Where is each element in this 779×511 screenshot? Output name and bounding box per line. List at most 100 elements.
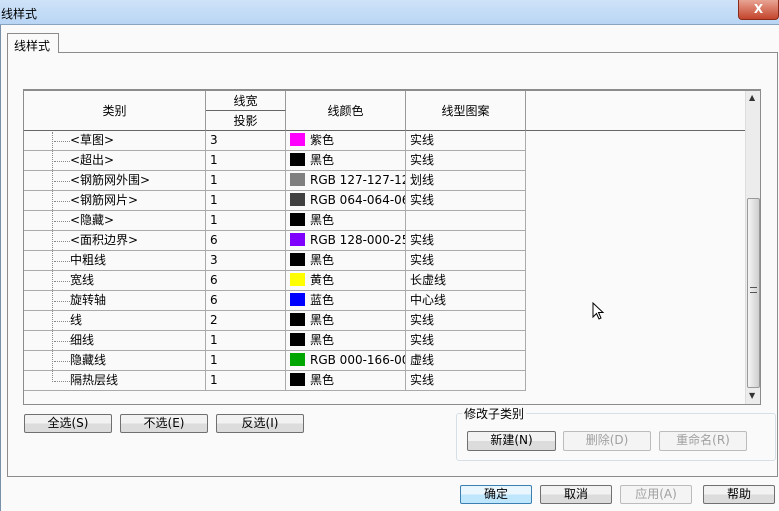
line-weight-cell[interactable]: 1 <box>206 351 286 371</box>
tree-connector <box>54 281 70 282</box>
color-swatch <box>290 313 305 326</box>
line-weight-cell[interactable]: 3 <box>206 131 286 151</box>
table-row[interactable]: <面积边界> 6 RGB 128-000-255实线 <box>24 231 526 251</box>
color-swatch <box>290 353 305 366</box>
line-color-cell[interactable]: RGB 127-127-127 <box>286 171 406 191</box>
table-row[interactable]: 细线 1 黑色 实线 <box>24 331 526 351</box>
line-weight-cell[interactable]: 1 <box>206 151 286 171</box>
apply-button[interactable]: 应用(A) <box>620 485 692 504</box>
tree-connector <box>54 241 70 242</box>
table-row[interactable]: 旋转轴 6 蓝色 中心线 <box>24 291 526 311</box>
color-name: 黑色 <box>310 373 335 387</box>
line-color-cell[interactable]: 黄色 <box>286 271 406 291</box>
line-pattern-cell[interactable]: 实线 <box>406 251 526 271</box>
table-row[interactable]: <钢筋网外围> 1 RGB 127-127-127划线 <box>24 171 526 191</box>
header-category: 类别 <box>24 91 206 131</box>
tree-connector <box>54 141 70 142</box>
line-pattern-cell[interactable]: 长虚线 <box>406 271 526 291</box>
scroll-down-arrow-icon[interactable]: ▼ <box>749 391 755 400</box>
line-weight-cell[interactable]: 3 <box>206 251 286 271</box>
tree-connector <box>54 201 70 202</box>
line-color-cell[interactable]: 黑色 <box>286 311 406 331</box>
line-color-cell[interactable]: 黑色 <box>286 371 406 391</box>
delete-subcategory-button[interactable]: 删除(D) <box>563 431 651 451</box>
tree-line <box>52 132 53 382</box>
window-title: 线样式 <box>1 7 38 21</box>
line-styles-table: 类别 线宽 投影 线颜色 线型图案 <草图> 3 紫色 实线 <超出> 1 黑色 实线 <钢筋网… <box>23 89 761 405</box>
modify-subcategory-label: 修改子类别 <box>462 405 527 422</box>
new-subcategory-button[interactable]: 新建(N) <box>467 431 556 451</box>
line-color-cell[interactable]: 蓝色 <box>286 291 406 311</box>
line-weight-cell[interactable]: 1 <box>206 171 286 191</box>
line-weight-cell[interactable]: 1 <box>206 371 286 391</box>
line-weight-cell[interactable]: 6 <box>206 271 286 291</box>
invert-selection-button[interactable]: 反选(I) <box>216 414 304 433</box>
tree-connector <box>54 341 70 342</box>
tree-connector <box>54 321 70 322</box>
category-name: <草图> <box>70 133 115 147</box>
line-pattern-cell[interactable]: 划线 <box>406 171 526 191</box>
help-button[interactable]: 帮助 <box>703 485 775 504</box>
line-pattern-cell[interactable]: 实线 <box>406 151 526 171</box>
color-name: RGB 000-166-000 <box>310 353 405 367</box>
line-pattern-cell[interactable] <box>406 211 526 231</box>
table-row[interactable]: 宽线 6 黄色 长虚线 <box>24 271 526 291</box>
color-name: 黑色 <box>310 333 335 347</box>
table-row[interactable]: 隔热层线 1 黑色 实线 <box>24 371 526 391</box>
line-color-cell[interactable]: RGB 128-000-255 <box>286 231 406 251</box>
scroll-up-arrow-icon[interactable]: ▲ <box>749 93 755 102</box>
line-weight-cell[interactable]: 1 <box>206 191 286 211</box>
line-pattern-cell[interactable]: 中心线 <box>406 291 526 311</box>
line-color-cell[interactable]: 黑色 <box>286 251 406 271</box>
line-pattern-cell[interactable]: 实线 <box>406 231 526 251</box>
line-color-cell[interactable]: 黑色 <box>286 331 406 351</box>
category-name: <面积边界> <box>70 233 139 247</box>
category-name: 细线 <box>70 333 95 347</box>
color-swatch <box>290 173 305 186</box>
table-row[interactable]: <钢筋网片> 1 RGB 064-064-064实线 <box>24 191 526 211</box>
select-all-button[interactable]: 全选(S) <box>24 414 112 433</box>
cancel-button[interactable]: 取消 <box>540 485 612 504</box>
close-button[interactable]: X <box>738 0 779 20</box>
header-empty <box>526 91 745 131</box>
category-name: <超出> <box>70 153 115 167</box>
header-line-color: 线颜色 <box>286 91 406 131</box>
line-weight-cell[interactable]: 1 <box>206 211 286 231</box>
tab-line-styles[interactable]: 线样式 <box>7 33 59 53</box>
color-name: 黑色 <box>310 153 335 167</box>
tree-connector <box>54 221 70 222</box>
line-pattern-cell[interactable]: 实线 <box>406 311 526 331</box>
table-row[interactable]: 中粗线 3 黑色 实线 <box>24 251 526 271</box>
line-pattern-cell[interactable]: 实线 <box>406 131 526 151</box>
table-row[interactable]: 线 2 黑色 实线 <box>24 311 526 331</box>
scrollbar-thumb[interactable] <box>747 198 760 388</box>
rename-subcategory-button[interactable]: 重命名(R) <box>659 431 747 451</box>
line-color-cell[interactable]: RGB 064-064-064 <box>286 191 406 211</box>
line-pattern-cell[interactable]: 实线 <box>406 371 526 391</box>
tree-connector <box>54 161 70 162</box>
table-row[interactable]: <隐藏> 1 黑色 <box>24 211 526 231</box>
line-color-cell[interactable]: RGB 000-166-000 <box>286 351 406 371</box>
line-weight-cell[interactable]: 1 <box>206 331 286 351</box>
table-row[interactable]: 隐藏线 1 RGB 000-166-000虚线 <box>24 351 526 371</box>
line-pattern-cell[interactable]: 虚线 <box>406 351 526 371</box>
line-color-cell[interactable]: 黑色 <box>286 151 406 171</box>
line-color-cell[interactable]: 黑色 <box>286 211 406 231</box>
line-weight-cell[interactable]: 2 <box>206 311 286 331</box>
vertical-scrollbar[interactable]: ▲ ▼ <box>745 91 760 404</box>
line-pattern-cell[interactable]: 实线 <box>406 191 526 211</box>
color-swatch <box>290 133 305 146</box>
table-row[interactable]: <超出> 1 黑色 实线 <box>24 151 526 171</box>
line-pattern-cell[interactable]: 实线 <box>406 331 526 351</box>
ok-button[interactable]: 确定 <box>460 485 532 504</box>
line-weight-cell[interactable]: 6 <box>206 231 286 251</box>
color-name: RGB 128-000-255 <box>310 233 405 247</box>
line-color-cell[interactable]: 紫色 <box>286 131 406 151</box>
category-name: 线 <box>70 313 83 327</box>
tree-connector <box>54 361 70 362</box>
color-swatch <box>290 193 305 206</box>
grip-icon <box>750 287 757 293</box>
select-none-button[interactable]: 不选(E) <box>120 414 208 433</box>
table-row[interactable]: <草图> 3 紫色 实线 <box>24 131 526 151</box>
line-weight-cell[interactable]: 6 <box>206 291 286 311</box>
